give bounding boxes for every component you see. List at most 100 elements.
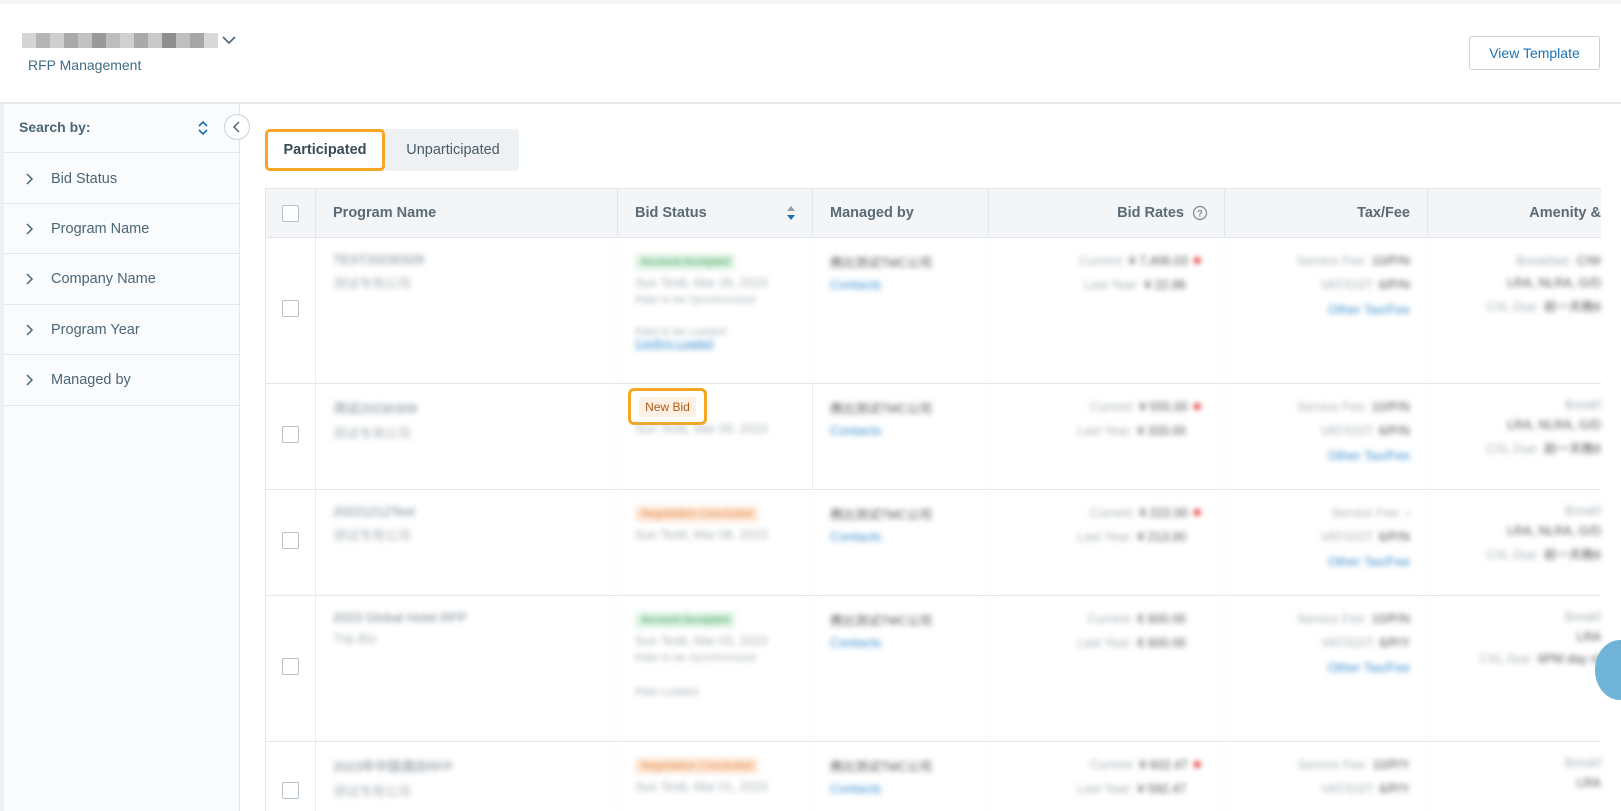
- program-cell: 2023 Global Hotel RFP Trip.Biz: [316, 596, 618, 741]
- select-all-cell: [266, 189, 316, 237]
- row-checkbox[interactable]: [282, 532, 299, 549]
- program-name[interactable]: 20221212Test: [333, 504, 600, 519]
- amenity-label: CXL Due:: [1485, 300, 1540, 314]
- company-name: 测试专用公司: [333, 528, 412, 543]
- program-cell: 20221212Test 测试专用公司: [316, 490, 618, 595]
- row-checkbox[interactable]: [282, 426, 299, 443]
- amenity-label: Breakf: [1564, 398, 1601, 412]
- tax-label: VAT/GST:: [1320, 530, 1375, 544]
- amenity-label: Breakf: [1564, 610, 1601, 624]
- tax-label: Service Fee:: [1297, 400, 1368, 414]
- filter-program-year[interactable]: Program Year: [4, 304, 240, 355]
- rfp-table: Program Name Bid Status Managed by Bid R…: [265, 188, 1601, 811]
- rate-alert-dot: ●: [1192, 398, 1202, 415]
- chevron-right-icon: [26, 222, 34, 235]
- company-logo-pixelated[interactable]: [22, 33, 218, 48]
- table-row[interactable]: 2023年中国酒店RFP 测试专用公司 Negotiation Conclude…: [266, 742, 1601, 811]
- tab-unparticipated[interactable]: Unparticipated: [387, 129, 519, 171]
- current-label: Current:: [1089, 506, 1135, 520]
- last-year-rate: ¥ 213.00: [1137, 530, 1186, 544]
- column-managed-by: Managed by: [813, 189, 989, 237]
- last-year-rate: ¥ 333.00: [1137, 424, 1186, 438]
- column-bid-status[interactable]: Bid Status: [618, 189, 813, 237]
- tax-value: 6/P/N: [1378, 424, 1410, 438]
- amenity-label: CXL Due:: [1479, 652, 1534, 666]
- amenity-cell: Breakf LRA: [1428, 742, 1601, 811]
- other-tax-link[interactable]: Other Tax/Fee: [1242, 448, 1410, 463]
- current-label: Current:: [1087, 612, 1133, 626]
- top-bar: RFP Management View Template: [0, 0, 1621, 104]
- contacts-link[interactable]: Contacts: [830, 529, 971, 544]
- sync-status: Rate to be Synchronized: [635, 652, 756, 664]
- tax-value: 10/P/N: [1371, 400, 1410, 414]
- filter-company-name[interactable]: Company Name: [4, 253, 240, 304]
- company-name: 测试专用公司: [333, 276, 412, 291]
- table-row[interactable]: 20221212Test 测试专用公司 Negotiation Conclude…: [266, 490, 1601, 596]
- other-tax-link[interactable]: Other Tax/Fee: [1242, 302, 1410, 317]
- tax-label: Service Fee:: [1297, 254, 1368, 268]
- tax-label: Service Fee:: [1331, 506, 1402, 520]
- table-header: Program Name Bid Status Managed by Bid R…: [266, 188, 1601, 238]
- filter-bid-status[interactable]: Bid Status: [4, 153, 240, 204]
- amenity-value: LRA, NLRA, G/D: [1507, 524, 1601, 538]
- amenity-value: 6PM day of: [1537, 652, 1601, 666]
- filter-managed-by[interactable]: Managed by: [4, 354, 240, 405]
- filter-program-name[interactable]: Program Name: [4, 203, 240, 254]
- managed-by-name: 携比测试TMC公司: [830, 402, 933, 416]
- table-row[interactable]: 2023 Global Hotel RFP Trip.Biz Account A…: [266, 596, 1601, 742]
- status-badge: Negotiation Concluded: [635, 506, 759, 522]
- collapse-sidebar-button[interactable]: [224, 114, 250, 140]
- other-tax-link[interactable]: Other Tax/Fee: [1242, 554, 1410, 569]
- row-checkbox[interactable]: [282, 782, 299, 799]
- amenity-value: LRA: [1576, 630, 1601, 644]
- program-name[interactable]: TEST20230329: [333, 252, 600, 267]
- amenity-label: CXL Due:: [1485, 548, 1540, 562]
- bid-rates-cell: Current: ¥ 602.47 ● Last Year: ¥ 592.47: [989, 742, 1225, 811]
- load-status: Rate Loaded: [635, 686, 698, 698]
- filter-label: Managed by: [51, 371, 131, 388]
- chevron-down-icon[interactable]: [219, 30, 239, 50]
- company-name: 测试专用公司: [333, 426, 412, 441]
- status-date: Sun Testt, Mar 08, 2023: [635, 528, 768, 542]
- status-badge: Account Accepted: [635, 612, 736, 628]
- view-template-button[interactable]: View Template: [1469, 36, 1600, 70]
- table-row[interactable]: TEST20230329 测试专用公司 Account Accepted Sun…: [266, 238, 1601, 384]
- sort-updown-icon[interactable]: [196, 118, 210, 138]
- amenity-value: 前一天晚6: [1544, 442, 1601, 456]
- contacts-link[interactable]: Contacts: [830, 423, 971, 438]
- last-year-label: Last Year:: [1077, 530, 1133, 544]
- company-name: 测试专用公司: [333, 784, 412, 799]
- tax-label: VAT/GST:: [1320, 278, 1375, 292]
- current-label: Current:: [1079, 254, 1125, 268]
- tax-label: VAT/GST:: [1321, 636, 1375, 650]
- confirm-loaded-link[interactable]: Confirm Loaded: [635, 338, 795, 350]
- chevron-left-icon: [232, 121, 240, 133]
- status-cell: Account Accepted Sun Testt, Mar 29, 2023…: [618, 238, 813, 383]
- other-tax-link[interactable]: Other Tax/Fee: [1242, 660, 1410, 675]
- program-cell: 2023年中国酒店RFP 测试专用公司: [316, 742, 618, 811]
- column-tax-fee: Tax/Fee: [1225, 189, 1428, 237]
- sort-icon[interactable]: [786, 205, 796, 221]
- last-year-rate: ¥ 22.86: [1144, 278, 1186, 292]
- program-name[interactable]: 2023年中国酒店RFP: [333, 756, 600, 775]
- row-checkbox[interactable]: [282, 300, 299, 317]
- tax-value: 10/P/N: [1371, 254, 1410, 268]
- row-checkbox[interactable]: [282, 658, 299, 675]
- table-row[interactable]: 测试20230309 测试专用公司 New Bid Sun Testt, Mar…: [266, 384, 1601, 490]
- tab-participated[interactable]: Participated: [265, 129, 385, 171]
- contacts-link[interactable]: Contacts: [830, 635, 971, 650]
- last-year-label: Last Year:: [1077, 782, 1133, 796]
- help-icon[interactable]: ?: [1192, 205, 1208, 221]
- amenity-value: LRA, NLRA, G/D: [1507, 276, 1601, 290]
- row-select-cell: [266, 238, 316, 383]
- column-label: Bid Rates: [1117, 205, 1184, 221]
- status-date: Sun Testt, Mar 29, 2023: [635, 276, 768, 290]
- rate-alert-dot: ●: [1192, 504, 1202, 521]
- program-name[interactable]: 2023 Global Hotel RFP: [333, 610, 600, 625]
- select-all-checkbox[interactable]: [282, 204, 299, 222]
- column-label: Bid Status: [635, 205, 707, 221]
- program-name[interactable]: 测试20230309: [333, 398, 600, 417]
- contacts-link[interactable]: Contacts: [830, 781, 971, 796]
- contacts-link[interactable]: Contacts: [830, 277, 971, 292]
- last-year-label: Last Year:: [1077, 424, 1133, 438]
